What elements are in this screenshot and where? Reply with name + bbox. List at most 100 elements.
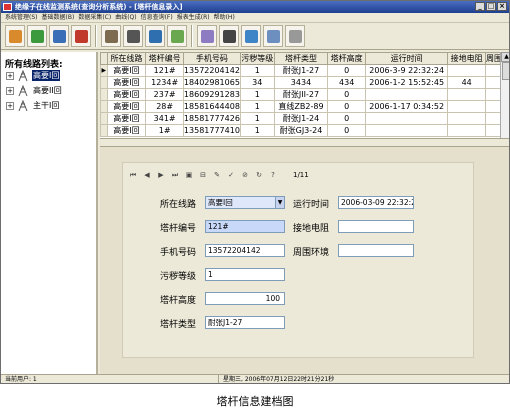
column-header[interactable]: 接地电阻 bbox=[447, 52, 486, 65]
next-icon[interactable]: ▶ bbox=[157, 171, 165, 179]
height-field[interactable]: 100 bbox=[205, 292, 285, 305]
table-cell[interactable]: 高要I回 bbox=[106, 100, 147, 113]
table-row[interactable]: 高要I回 341# 18581777426 1 耐张J1-24 0 bbox=[100, 112, 509, 125]
table-cell[interactable]: 高要I回 bbox=[106, 64, 147, 77]
table-cell[interactable]: 121# bbox=[145, 64, 184, 77]
table-cell[interactable]: 1 bbox=[239, 124, 275, 137]
table-cell[interactable]: 1 bbox=[239, 88, 275, 101]
table-cell[interactable]: 1 bbox=[239, 100, 275, 113]
close-button[interactable]: × bbox=[497, 2, 507, 11]
table-cell[interactable] bbox=[447, 112, 486, 125]
runtime-field[interactable]: 2006-03-09 22:32:24 bbox=[338, 196, 414, 209]
table-cell[interactable] bbox=[364, 112, 449, 125]
toolbar-button-document[interactable] bbox=[49, 25, 69, 47]
environment-field[interactable] bbox=[338, 244, 414, 257]
table-cell[interactable]: 34 bbox=[239, 76, 275, 89]
menu-system[interactable]: 系统管理(S) bbox=[5, 13, 38, 22]
table-cell[interactable]: 434 bbox=[327, 76, 366, 89]
toolbar-button-monitor[interactable] bbox=[197, 25, 217, 47]
cancel-icon[interactable]: ⊘ bbox=[241, 171, 249, 179]
post-icon[interactable]: ✓ bbox=[227, 171, 235, 179]
tower-no-field[interactable]: 121# bbox=[205, 220, 285, 233]
table-cell[interactable]: 2006-1-17 0:34:52 bbox=[364, 100, 449, 113]
maximize-button[interactable]: □ bbox=[486, 2, 496, 11]
pollution-field[interactable]: 1 bbox=[205, 268, 285, 281]
delete-icon[interactable]: ⊟ bbox=[199, 171, 207, 179]
table-cell[interactable]: 18581644408 bbox=[182, 100, 241, 113]
table-cell[interactable]: 2006-1-2 15:52:45 bbox=[364, 76, 449, 89]
menu-report[interactable]: 报表生成(R) bbox=[177, 13, 210, 22]
column-header[interactable]: 运行时间 bbox=[364, 52, 449, 65]
table-cell[interactable]: 28# bbox=[145, 100, 184, 113]
line-select[interactable]: 高要I回 ▼ bbox=[205, 196, 285, 209]
toolbar-button-report[interactable] bbox=[145, 25, 165, 47]
minimize-button[interactable]: _ bbox=[475, 2, 485, 11]
table-cell[interactable]: 237# bbox=[145, 88, 184, 101]
table-cell[interactable]: 3434 bbox=[273, 76, 329, 89]
table-cell[interactable]: 1234# bbox=[145, 76, 184, 89]
menu-curve[interactable]: 曲线(Q) bbox=[115, 13, 136, 22]
toolbar-button-database[interactable] bbox=[27, 25, 47, 47]
table-cell[interactable]: 13572204142 bbox=[182, 64, 241, 77]
column-header[interactable]: 污秽等级 bbox=[239, 52, 275, 65]
ground-resistance-field[interactable] bbox=[338, 220, 414, 233]
table-cell[interactable]: 0 bbox=[327, 124, 366, 137]
table-cell[interactable]: 0 bbox=[327, 88, 366, 101]
tree-item-line-1[interactable]: + 高要I回 bbox=[1, 68, 96, 83]
toolbar-button-globe[interactable] bbox=[241, 25, 261, 47]
table-cell[interactable]: 高要I回 bbox=[106, 76, 147, 89]
table-cell[interactable] bbox=[447, 88, 486, 101]
type-field[interactable]: 耐张J1-27 bbox=[205, 316, 285, 329]
refresh-icon[interactable]: ↻ bbox=[255, 171, 263, 179]
column-header[interactable]: 手机号码 bbox=[182, 52, 241, 65]
column-header[interactable]: 塔杆编号 bbox=[145, 52, 184, 65]
toolbar-button-help[interactable] bbox=[285, 25, 305, 47]
expand-icon[interactable]: + bbox=[6, 71, 14, 80]
table-cell[interactable]: 高要I回 bbox=[106, 124, 147, 137]
toolbar-button-tower[interactable] bbox=[101, 25, 121, 47]
table-cell[interactable]: 0 bbox=[327, 112, 366, 125]
table-cell[interactable]: 1 bbox=[239, 64, 275, 77]
table-cell[interactable]: 高要I回 bbox=[106, 112, 147, 125]
table-cell[interactable]: 耐张GJ3-24 bbox=[273, 124, 329, 137]
table-cell[interactable]: 0 bbox=[327, 100, 366, 113]
table-cell[interactable]: 44 bbox=[447, 76, 486, 89]
table-cell[interactable]: 0 bbox=[327, 64, 366, 77]
phone-field[interactable]: 13572204142 bbox=[205, 244, 285, 257]
toolbar-button-image[interactable] bbox=[167, 25, 187, 47]
table-cell[interactable] bbox=[447, 64, 486, 77]
column-header[interactable]: 所在线路 bbox=[106, 52, 147, 65]
column-header[interactable]: 塔杆高度 bbox=[327, 52, 366, 65]
scroll-up-icon[interactable]: ▲ bbox=[501, 52, 509, 62]
menu-data-collect[interactable]: 数据采集(C) bbox=[78, 13, 111, 22]
table-cell[interactable] bbox=[447, 124, 486, 137]
toolbar-button-antenna[interactable] bbox=[123, 25, 143, 47]
table-cell[interactable]: 直线ZB2-89 bbox=[273, 100, 329, 113]
panel-splitter[interactable] bbox=[100, 138, 509, 147]
edit-icon[interactable]: ✎ bbox=[213, 171, 221, 179]
toolbar-button-mountain[interactable] bbox=[263, 25, 283, 47]
table-cell[interactable]: 耐张J1-27 bbox=[273, 64, 329, 77]
table-cell[interactable]: 耐张J1-24 bbox=[273, 112, 329, 125]
table-cell[interactable]: 18402981065 bbox=[182, 76, 241, 89]
chevron-down-icon[interactable]: ▼ bbox=[275, 197, 284, 208]
help-icon[interactable]: ? bbox=[269, 171, 277, 179]
expand-icon[interactable]: + bbox=[6, 86, 14, 95]
table-row[interactable]: 高要I回 237# 18609291283 1 耐张JII-27 0 bbox=[100, 88, 509, 101]
table-cell[interactable]: 18581777426 bbox=[182, 112, 241, 125]
tree-item-line-2[interactable]: + 高要II回 bbox=[1, 83, 96, 98]
last-icon[interactable]: ⏭ bbox=[171, 171, 179, 179]
insert-icon[interactable]: ▣ bbox=[185, 171, 193, 179]
table-cell[interactable]: 1 bbox=[239, 112, 275, 125]
menu-help[interactable]: 帮助(H) bbox=[214, 13, 235, 22]
toolbar-button-people[interactable] bbox=[5, 25, 25, 47]
table-cell[interactable] bbox=[364, 88, 449, 101]
column-header[interactable]: 塔杆类型 bbox=[273, 52, 329, 65]
table-cell[interactable]: 18609291283 bbox=[182, 88, 241, 101]
prev-icon[interactable]: ◀ bbox=[143, 171, 151, 179]
table-row[interactable]: 高要I回 1# 13581777410 1 耐张GJ3-24 0 bbox=[100, 124, 509, 137]
table-cell[interactable]: 341# bbox=[145, 112, 184, 125]
table-cell[interactable]: 2006-3-9 22:32:24 bbox=[364, 64, 449, 77]
first-icon[interactable]: ⏮ bbox=[129, 171, 137, 179]
toolbar-button-chart[interactable] bbox=[71, 25, 91, 47]
